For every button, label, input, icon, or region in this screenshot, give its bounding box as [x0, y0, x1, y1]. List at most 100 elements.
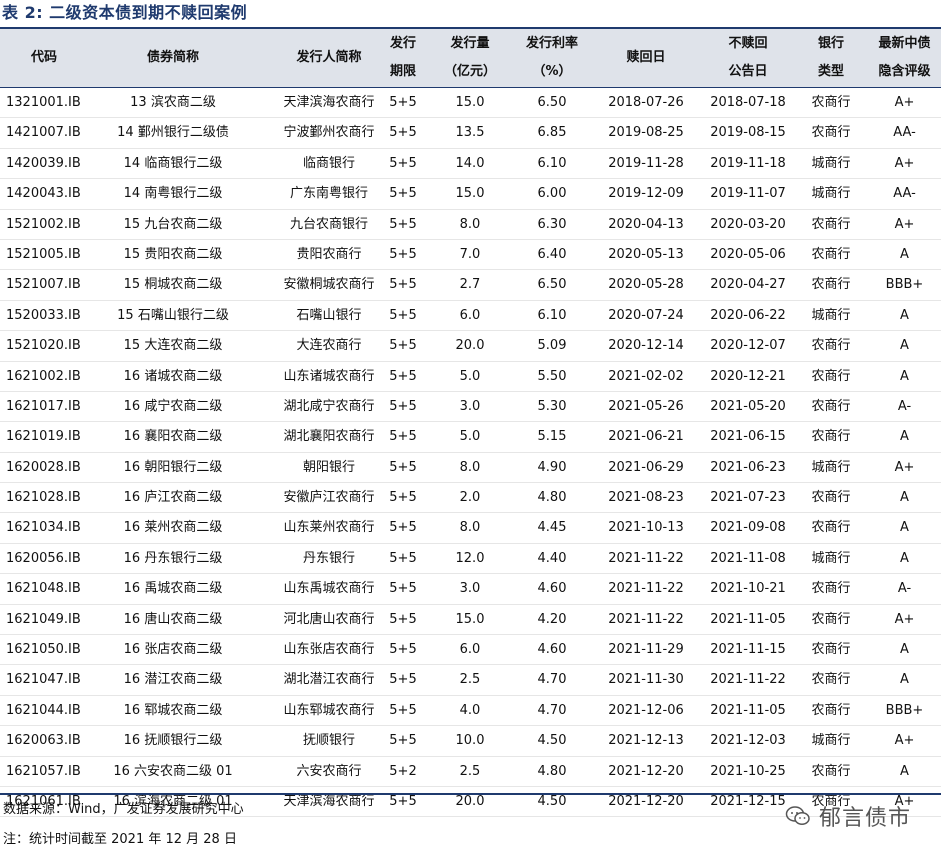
cell-term: 5+5 [389, 216, 417, 232]
header-line: 类型 [817, 64, 844, 79]
cell-bank-type: 农商行 [811, 672, 851, 688]
header-line: 发行利率 [525, 36, 578, 51]
cell-rating: A [900, 338, 909, 354]
cell-issuer: 大连农商行 [296, 338, 362, 354]
cell-code: 1621047.IB [6, 672, 81, 688]
header-line: 公告日 [728, 64, 768, 79]
cell-rate: 6.00 [537, 186, 567, 202]
cell-amount: 10.0 [455, 733, 485, 749]
cell-issuer: 丹东银行 [302, 550, 355, 566]
cell-rate: 4.70 [537, 672, 567, 688]
table-row: 1520033.IB 15 石嘴山银行二级 石嘴山银行 5+5 6.0 6.10 2020-… [0, 301, 941, 332]
header-line: 银行 [817, 36, 844, 51]
cell-notice-date: 2020-06-22 [710, 307, 786, 323]
cell-notice-date: 2019-11-18 [710, 155, 786, 171]
cell-bank-type: 城商行 [811, 155, 851, 171]
cell-bank-type: 农商行 [811, 581, 851, 597]
cell-redeem-date: 2021-11-30 [608, 672, 684, 688]
header-rating: 最新中债 隐含评级 [868, 29, 941, 87]
cell-term: 5+5 [389, 368, 417, 384]
cell-redeem-date: 2021-12-20 [608, 793, 684, 809]
cell-term: 5+5 [389, 338, 417, 354]
cell-redeem-date: 2021-08-23 [608, 490, 684, 506]
cell-rating: A+ [894, 611, 915, 627]
header-issuer: 发行人简称 [258, 29, 400, 87]
cell-notice-date: 2021-11-05 [710, 611, 786, 627]
cell-amount: 6.0 [459, 307, 481, 323]
table-row: 1521002.IB 15 九台农商二级 九台农商银行 5+5 8.0 6.30 2020-… [0, 210, 941, 240]
cell-amount: 8.0 [459, 459, 481, 475]
cell-amount: 20.0 [455, 338, 485, 354]
cell-code: 1420043.IB [6, 186, 81, 202]
cell-rating: A+ [894, 95, 915, 110]
table-row: 1421007.IB 14 鄞州银行二级债 宁波鄞州农商行 5+5 13.5 6.85 20… [0, 118, 941, 149]
watermark-text: 郁言债市 [818, 806, 911, 831]
cell-issuer: 山东莱州农商行 [283, 520, 375, 536]
table-row: 1621057.IB 16 六安农商二级 01 六安农商行 5+2 2.5 4.80 202… [0, 757, 941, 787]
cell-rating: A [900, 368, 909, 384]
cell-issuer: 山东诸城农商行 [283, 368, 375, 384]
cell-amount: 7.0 [459, 246, 481, 262]
header-line: 隐含评级 [878, 64, 931, 79]
cell-bond-name: 15 大连农商二级 [123, 338, 223, 354]
cell-code: 1621049.IB [6, 611, 81, 627]
cell-redeem-date: 2019-08-25 [608, 125, 684, 141]
header-line: 不赎回 [728, 36, 768, 51]
table-row: 1420043.IB 14 南粤银行二级 广东南粤银行 5+5 15.0 6.00 2019… [0, 179, 941, 210]
cell-issuer: 九台农商银行 [289, 216, 368, 232]
cell-rating: AA- [893, 186, 916, 202]
cell-code: 1621002.IB [6, 368, 81, 384]
cell-bond-name: 16 唐山农商二级 [123, 611, 223, 627]
cell-bank-type: 城商行 [811, 186, 851, 202]
header-line: （%） [532, 64, 572, 79]
cell-code: 1621048.IB [6, 581, 81, 597]
cell-rating: A [900, 642, 909, 658]
cell-rate: 4.60 [537, 642, 567, 658]
table-row: 1621044.IB 16 郓城农商二级 山东郓城农商行 5+5 4.0 4.70 2021… [0, 696, 941, 727]
cell-rate: 4.80 [537, 763, 567, 779]
cell-bond-name: 16 丹东银行二级 [123, 550, 223, 566]
cell-bond-name: 16 禹城农商二级 [123, 581, 223, 597]
cell-bond-name: 15 桐城农商二级 [123, 277, 223, 293]
cell-bond-name: 16 抚顺银行二级 [123, 733, 223, 749]
cell-issuer: 安徽庐江农商行 [283, 490, 375, 506]
cell-amount: 20.0 [455, 793, 485, 809]
cell-bank-type: 农商行 [811, 520, 851, 536]
cell-rate: 4.80 [537, 490, 567, 506]
table-row: 1620063.IB 16 抚顺银行二级 抚顺银行 5+5 10.0 4.50 2021-1… [0, 726, 941, 757]
cell-notice-date: 2021-07-23 [710, 490, 786, 506]
table-row: 1621028.IB 16 庐江农商二级 安徽庐江农商行 5+5 2.0 4.80 2021… [0, 483, 941, 514]
cell-amount: 3.0 [459, 581, 481, 597]
cell-rate: 5.09 [537, 338, 567, 354]
cell-term: 5+5 [389, 672, 417, 688]
cell-term: 5+5 [389, 125, 417, 141]
header-rate: 发行利率 （%） [510, 29, 594, 87]
cell-term: 5+5 [389, 611, 417, 627]
cell-term: 5+5 [389, 702, 417, 718]
cell-rating: A [900, 550, 909, 566]
cell-issuer: 朝阳银行 [302, 459, 355, 475]
header-line: （亿元） [443, 64, 496, 79]
cell-bond-name: 14 临商银行二级 [123, 155, 223, 171]
cell-redeem-date: 2021-11-29 [608, 642, 684, 658]
cell-amount: 3.0 [459, 398, 481, 414]
cell-bank-type: 农商行 [811, 429, 851, 445]
cell-rate: 6.50 [537, 277, 567, 293]
table-row: 1621048.IB 16 禹城农商二级 山东禹城农商行 5+5 3.0 4.60 2021… [0, 574, 941, 605]
header-term: 发行 期限 [382, 29, 424, 87]
cell-code: 1520033.IB [6, 307, 81, 323]
cell-notice-date: 2021-10-25 [710, 763, 786, 779]
cell-term: 5+5 [389, 490, 417, 506]
cell-rate: 6.40 [537, 246, 567, 262]
cell-notice-date: 2021-11-08 [710, 550, 786, 566]
cell-redeem-date: 2021-12-06 [608, 702, 684, 718]
cell-notice-date: 2021-10-21 [710, 581, 786, 597]
cell-amount: 15.0 [455, 95, 485, 110]
cell-redeem-date: 2021-10-13 [608, 520, 684, 536]
cell-term: 5+5 [389, 277, 417, 293]
cell-issuer: 山东郓城农商行 [283, 702, 375, 718]
cell-bond-name: 15 贵阳农商二级 [123, 246, 223, 262]
cell-redeem-date: 2020-05-28 [608, 277, 684, 293]
cell-rating: A [900, 672, 909, 688]
cell-bond-name: 16 朝阳银行二级 [123, 459, 223, 475]
